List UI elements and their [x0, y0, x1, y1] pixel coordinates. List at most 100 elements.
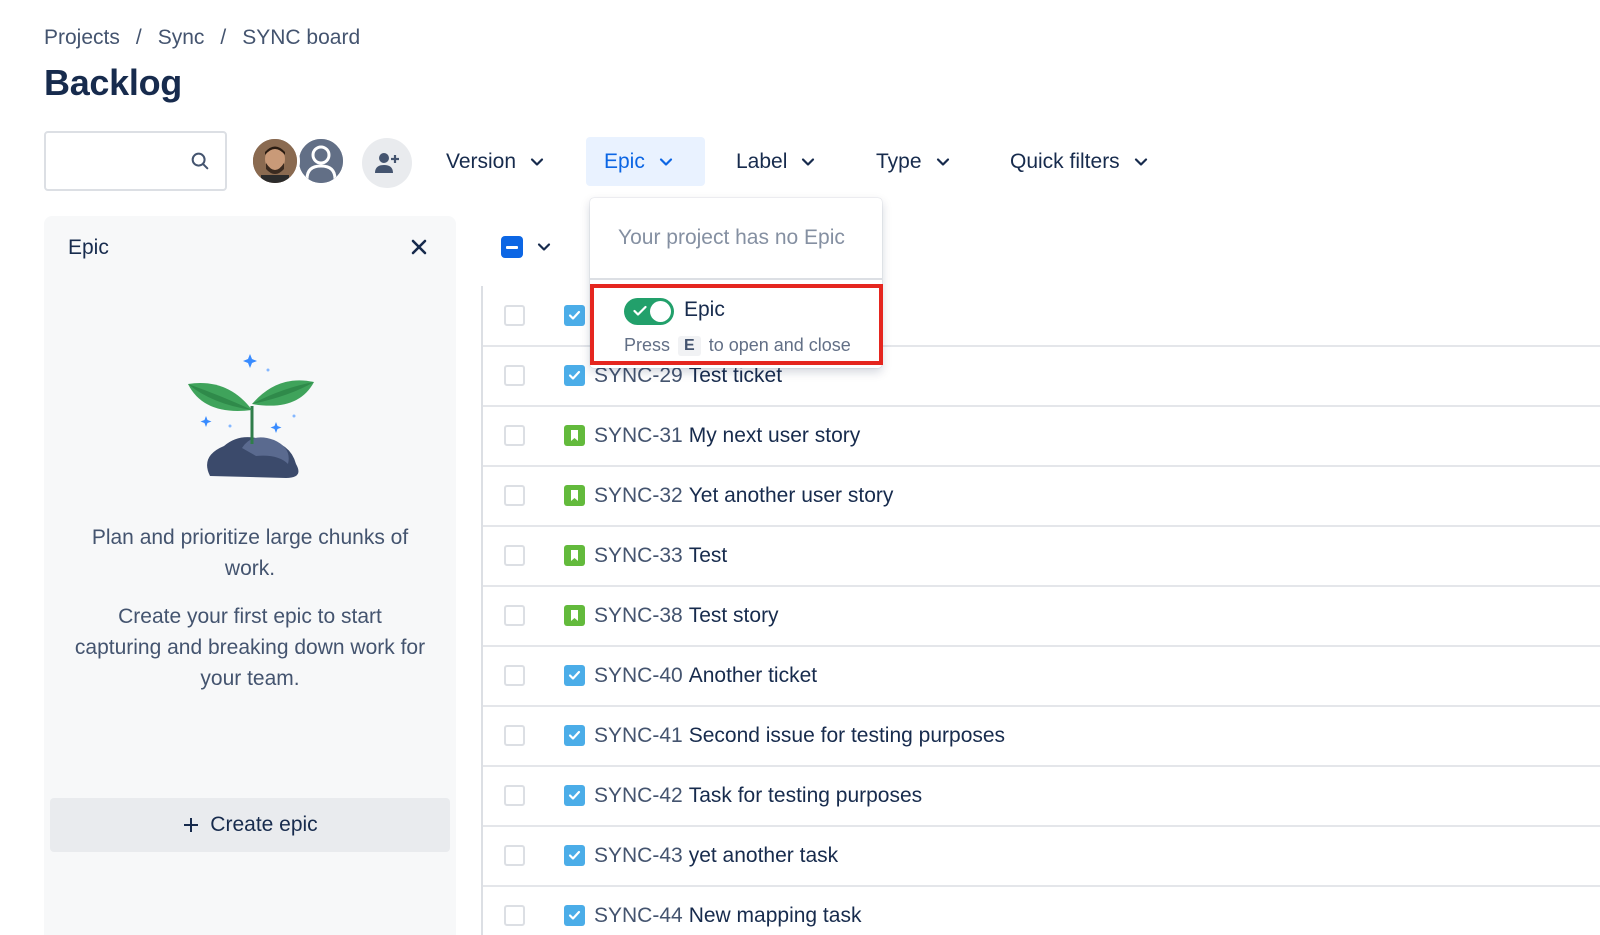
label-filter-button[interactable]: Label	[718, 137, 833, 186]
breadcrumb-sync-board[interactable]: SYNC board	[242, 26, 360, 50]
story-icon	[564, 545, 585, 566]
issue-summary: My next user story	[688, 423, 861, 447]
label-filter-label: Label	[736, 149, 788, 173]
table-row[interactable]: SYNC-38 Test story	[483, 586, 1600, 647]
issue-key[interactable]: SYNC-33 Test	[594, 544, 727, 568]
issue-key[interactable]: SYNC-42 Task for testing purposes	[594, 784, 922, 808]
issue-key[interactable]: SYNC-40 Another ticket	[594, 664, 817, 688]
add-people-button[interactable]	[362, 138, 412, 188]
close-icon[interactable]	[410, 238, 428, 256]
table-row[interactable]: SYNC-31 My next user story	[483, 406, 1600, 467]
row-checkbox[interactable]	[504, 665, 525, 686]
task-icon	[564, 665, 585, 686]
breadcrumb-separator: /	[135, 26, 142, 49]
chevron-down-icon	[530, 157, 544, 166]
row-checkbox[interactable]	[504, 305, 525, 326]
issue-key[interactable]: SYNC-31 My next user story	[594, 424, 860, 448]
task-icon	[564, 845, 585, 866]
story-icon	[564, 605, 585, 626]
table-row[interactable]: SYNC-43 yet another task	[483, 826, 1600, 887]
create-epic-label: Create epic	[210, 813, 318, 836]
epic-panel-instructions: Create your first epic to start capturin…	[74, 605, 426, 690]
list-header	[501, 236, 551, 258]
row-checkbox[interactable]	[504, 485, 525, 506]
task-icon	[564, 365, 585, 386]
task-icon	[564, 785, 585, 806]
epic-panel-title: Epic	[68, 236, 109, 259]
row-checkbox[interactable]	[504, 425, 525, 446]
type-filter-label: Type	[876, 149, 922, 173]
epic-panel-toggle[interactable]	[624, 298, 674, 325]
user-photo-icon	[253, 139, 297, 183]
breadcrumb-sync[interactable]: Sync	[158, 26, 205, 50]
table-row[interactable]: SYNC-41 Second issue for testing purposes	[483, 706, 1600, 767]
table-row[interactable]: SYNC-33 Test	[483, 526, 1600, 587]
search-input[interactable]	[56, 133, 186, 187]
quick-filters-label: Quick filters	[1010, 149, 1120, 173]
search-box[interactable]	[44, 131, 227, 191]
chevron-down-icon	[802, 157, 815, 166]
toggle-label: Epic	[684, 298, 725, 321]
dropdown-empty-message: Your project has no Epic	[618, 226, 845, 249]
table-row[interactable]: SYNC-42 Task for testing purposes	[483, 766, 1600, 827]
version-filter-label: Version	[446, 149, 517, 173]
row-checkbox[interactable]	[504, 545, 525, 566]
table-row[interactable]: SYNC-44 New mapping task	[483, 886, 1600, 935]
avatar[interactable]	[296, 136, 346, 186]
breadcrumb-separator: /	[220, 26, 227, 49]
row-checkbox[interactable]	[504, 905, 525, 926]
task-icon	[564, 725, 585, 746]
plant-illustration-icon	[188, 354, 314, 478]
avatar[interactable]	[250, 136, 300, 186]
chevron-down-icon	[659, 157, 672, 166]
chevron-down-icon	[1134, 157, 1147, 166]
breadcrumb-projects[interactable]: Projects	[44, 26, 120, 50]
version-filter-button[interactable]: Version	[428, 137, 562, 186]
issue-summary: Task for testing purposes	[688, 783, 923, 807]
issue-summary: New mapping task	[688, 903, 862, 927]
hint-suffix: to open and close	[708, 335, 851, 355]
add-person-icon	[375, 153, 399, 173]
row-checkbox[interactable]	[504, 785, 525, 806]
row-checkbox[interactable]	[504, 365, 525, 386]
issue-summary: Test story	[688, 603, 779, 627]
story-icon	[564, 485, 585, 506]
issue-key[interactable]: SYNC-43 yet another task	[594, 844, 838, 868]
issue-key[interactable]: SYNC-38 Test story	[594, 604, 779, 628]
row-checkbox[interactable]	[504, 725, 525, 746]
page-title: Backlog	[44, 62, 182, 103]
user-icon	[299, 139, 343, 183]
issue-summary: Second issue for testing purposes	[688, 723, 1006, 747]
issue-summary: yet another task	[688, 843, 839, 867]
epic-filter-label: Epic	[604, 149, 645, 173]
table-row[interactable]: SYNC-32 Yet another user story	[483, 466, 1600, 527]
epic-panel-description: Plan and prioritize large chunks of work…	[91, 526, 409, 580]
chevron-down-icon	[936, 157, 949, 166]
issue-key[interactable]: SYNC-44 New mapping task	[594, 904, 861, 928]
epic-panel: Epic Plan and prioritize large chunks of…	[44, 216, 456, 935]
select-all-checkbox[interactable]	[501, 236, 523, 258]
table-row[interactable]: SYNC-40 Another ticket	[483, 646, 1600, 707]
story-icon	[564, 425, 585, 446]
issue-summary: Test	[688, 543, 728, 567]
issue-summary: Yet another user story	[688, 483, 894, 507]
issue-list: SYNC-29 Test ticket SYNC-31 My next user s…	[481, 286, 1600, 935]
issue-key[interactable]: SYNC-41 Second issue for testing purposes	[594, 724, 1005, 748]
keyboard-key: E	[678, 335, 701, 356]
epic-filter-button[interactable]: Epic	[586, 137, 705, 186]
check-icon	[633, 305, 647, 316]
type-filter-button[interactable]: Type	[858, 137, 968, 186]
breadcrumb: Projects / Sync / SYNC board	[44, 26, 360, 50]
search-icon	[191, 152, 209, 170]
create-epic-button[interactable]: Create epic	[50, 798, 450, 852]
chevron-down-icon[interactable]	[537, 240, 551, 254]
row-checkbox[interactable]	[504, 845, 525, 866]
issue-key[interactable]: SYNC-32 Yet another user story	[594, 484, 893, 508]
task-icon	[564, 905, 585, 926]
quick-filters-button[interactable]: Quick filters	[992, 137, 1166, 186]
keyboard-hint: Press E to open and close	[624, 335, 851, 356]
dropdown-divider	[590, 278, 882, 280]
task-icon	[564, 305, 585, 326]
row-checkbox[interactable]	[504, 605, 525, 626]
issue-summary: Another ticket	[688, 663, 818, 687]
